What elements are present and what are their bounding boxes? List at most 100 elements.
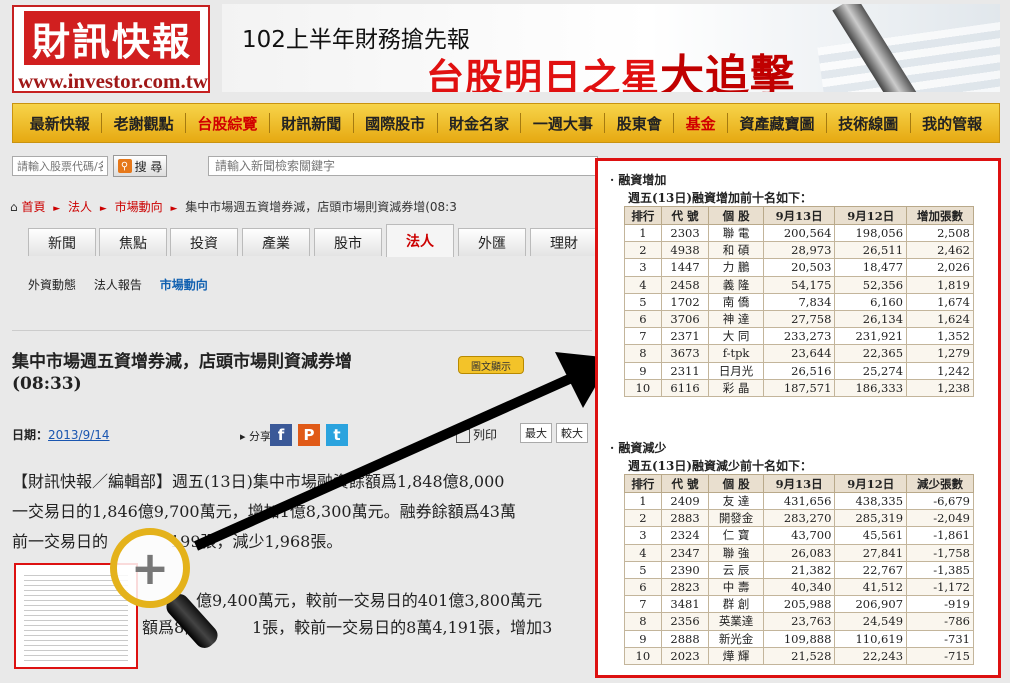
table-cell: 2356 [660,612,710,631]
table-cell: 9 [624,361,662,380]
table-row: 7 3481 群 創 205,988 206,907 -919 [624,595,974,614]
table-row: 10 2023 燁 輝 21,528 22,243 -715 [624,646,974,665]
table-cell: 彩 晶 [708,378,764,397]
table-row: 9 2311 日月光 26,516 25,274 1,242 [624,361,974,380]
table-cell: 45,561 [834,526,908,545]
table-cell: 1702 [660,292,710,311]
table-cell: 日月光 [708,361,764,380]
table-cell: 2888 [660,629,710,648]
table-cell: 26,083 [762,543,836,562]
table-row: 7 2371 大 同 233,273 231,921 1,352 [624,327,974,346]
table-row: 5 1702 南 僑 7,834 6,160 1,674 [624,292,974,311]
margin-increase-header: 9月13日 [762,206,836,225]
table-cell: 3 [624,258,662,277]
table-cell: 23,644 [762,344,836,363]
table-cell: 187,571 [762,378,836,397]
table-cell: 8 [624,612,662,631]
table-cell: 186,333 [834,378,908,397]
table-cell: 109,888 [762,629,836,648]
table-cell: 27,841 [834,543,908,562]
table-row: 3 2324 仁 寶 43,700 45,561 -1,861 [624,526,974,545]
table-cell: 5 [624,560,662,579]
table-cell: 231,921 [834,327,908,346]
table-cell: 新光金 [708,629,764,648]
table-cell: 2883 [660,509,710,528]
table-cell: 友 達 [708,491,764,511]
margin-decrease-header: 減少張數 [906,474,974,493]
table-cell: 26,134 [834,309,908,329]
table-cell: 6,160 [834,292,908,311]
table-cell: 大 同 [708,327,764,346]
margin-decrease-subtitle: 週五(13日)融資減少前十名如下： [628,459,813,473]
table-cell: 21,528 [762,646,836,665]
table-cell: 27,758 [762,309,836,329]
table-cell: 20,503 [762,258,836,277]
table-cell: -1,758 [906,543,974,562]
table-cell: 6116 [660,378,710,397]
table-cell: 40,340 [762,577,836,597]
table-cell: 2390 [660,560,710,579]
table-row: 10 6116 彩 晶 187,571 186,333 1,238 [624,378,974,397]
table-cell: 200,564 [762,223,836,243]
table-row: 9 2888 新光金 109,888 110,619 -731 [624,629,974,648]
margin-increase-table: 排行代 號個 股 9月13日 9月12日 增加張數 1 2303 聯 電 200,564 19… [624,206,974,397]
table-cell: -6,679 [906,491,974,511]
table-cell: 43,700 [762,526,836,545]
table-cell: 52,356 [834,275,908,294]
table-cell: 3481 [660,595,710,614]
table-cell: 2,026 [906,258,974,277]
table-cell: f-tpk [708,344,764,363]
table-cell: 和 碩 [708,241,764,260]
table-cell: 438,335 [834,491,908,511]
table-cell: 仁 寶 [708,526,764,545]
table-cell: 2303 [660,223,710,243]
table-cell: 8 [624,344,662,363]
table-cell: 22,365 [834,344,908,363]
table-cell: 23,763 [762,612,836,631]
table-cell: 2458 [660,275,710,294]
table-cell: 54,175 [762,275,836,294]
table-cell: 25,274 [834,361,908,380]
table-cell: 5 [624,292,662,311]
table-cell: 2 [624,241,662,260]
table-row: 1 2303 聯 電 200,564 198,056 2,508 [624,223,974,243]
table-cell: 3706 [660,309,710,329]
table-cell: 1,624 [906,309,974,329]
zoomed-image-panel: · 融資增加 週五(13日)融資增加前十名如下： 排行代 號個 股 9月13日 9月… [595,158,1001,678]
table-cell: 神 達 [708,309,764,329]
table-cell: -1,861 [906,526,974,545]
table-cell: 1 [624,223,662,243]
table-cell: 4 [624,275,662,294]
table-cell: 7,834 [762,292,836,311]
zoom-in-icon[interactable]: + [110,528,190,608]
table-row: 1 2409 友 達 431,656 438,335 -6,679 [624,491,974,511]
table-cell: 云 辰 [708,560,764,579]
table-cell: 2,508 [906,223,974,243]
table-cell: 2823 [660,577,710,597]
table-cell: -1,385 [906,560,974,579]
table-cell: 110,619 [834,629,908,648]
table-cell: 開發金 [708,509,764,528]
table-row: 6 2823 中 壽 40,340 41,512 -1,172 [624,577,974,597]
margin-decrease-table: 排行代 號個 股 9月13日 9月12日 減少張數 1 2409 友 達 431,656 43… [624,474,974,665]
table-cell: 1,242 [906,361,974,380]
margin-decrease-header: 9月12日 [834,474,908,493]
table-cell: 9 [624,629,662,648]
table-row: 8 2356 英業達 23,763 24,549 -786 [624,612,974,631]
table-cell: 21,382 [762,560,836,579]
table-cell: 6 [624,309,662,329]
table-cell: 2023 [660,646,710,665]
table-cell: 22,243 [834,646,908,665]
table-row: 5 2390 云 辰 21,382 22,767 -1,385 [624,560,974,579]
table-cell: 2,462 [906,241,974,260]
table-cell: 群 創 [708,595,764,614]
table-cell: 18,477 [834,258,908,277]
table-row: 3 1447 力 鵬 20,503 18,477 2,026 [624,258,974,277]
table-cell: 26,516 [762,361,836,380]
table-row: 8 3673 f-tpk 23,644 22,365 1,279 [624,344,974,363]
margin-increase-header: 9月12日 [834,206,908,225]
table-cell: 1,674 [906,292,974,311]
table-cell: -731 [906,629,974,648]
table-cell: 2311 [660,361,710,380]
table-cell: 義 隆 [708,275,764,294]
